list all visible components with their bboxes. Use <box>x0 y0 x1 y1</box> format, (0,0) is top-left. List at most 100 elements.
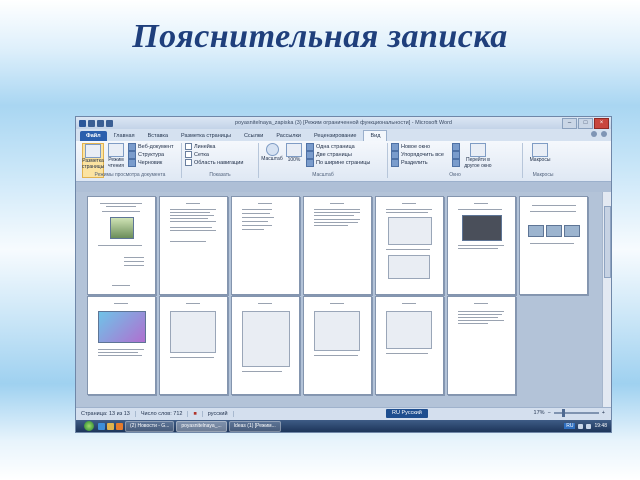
sync-scroll-icon <box>451 150 460 159</box>
one-page-icon <box>306 142 314 151</box>
system-tray: RU 19:48 <box>564 423 611 429</box>
split-button[interactable]: Разделить <box>391 158 444 167</box>
illustration-image <box>98 311 146 343</box>
draft-button[interactable]: Черновик <box>128 158 173 167</box>
start-button[interactable] <box>84 421 94 431</box>
checkbox-icon <box>185 151 192 158</box>
taskbar-item[interactable]: poyasnitelnaya_... <box>176 420 227 432</box>
new-window-button[interactable]: Новое окно <box>391 142 444 151</box>
status-bar: Страница: 13 из 13 Число слов: 712 ■ рус… <box>76 407 611 420</box>
web-layout-button[interactable]: Веб-документ <box>128 142 173 151</box>
diagram-image <box>546 225 562 237</box>
minimize-button[interactable]: – <box>562 118 577 129</box>
page-thumbnail[interactable] <box>303 196 372 295</box>
new-window-icon <box>391 142 399 151</box>
tray-icon[interactable] <box>578 423 584 429</box>
zoom-label: Масштаб <box>261 156 283 162</box>
quicklaunch-explorer-icon[interactable] <box>107 422 114 430</box>
tab-references[interactable]: Ссылки <box>238 131 269 141</box>
group-zoom: Масштаб 100% Одна страница Две страницы … <box>259 142 388 178</box>
reset-position-button[interactable] <box>451 158 460 167</box>
page-thumbnail[interactable] <box>519 196 588 295</box>
slide-title: Пояснительная записка <box>132 18 508 55</box>
tab-home[interactable]: Главная <box>108 131 141 141</box>
page-100-icon <box>286 143 302 157</box>
vertical-scrollbar[interactable] <box>602 192 611 408</box>
zoom-percent[interactable]: 17% <box>534 410 545 416</box>
ribbon-minimize-icon[interactable] <box>591 131 597 137</box>
page-thumbnail[interactable] <box>159 296 228 395</box>
sync-scroll-button[interactable] <box>451 150 460 159</box>
ribbon-tabs: Файл Главная Вставка Разметка страницы С… <box>76 129 611 141</box>
page-thumbnail[interactable] <box>159 196 228 295</box>
page-width-button[interactable]: По ширине страницы <box>306 158 370 167</box>
grid-checkbox[interactable]: Сетка <box>185 151 243 158</box>
tab-review[interactable]: Рецензирование <box>308 131 362 141</box>
page-thumbnail[interactable] <box>447 296 516 395</box>
side-by-side-button[interactable] <box>451 142 460 151</box>
arrange-all-button[interactable]: Упорядочить все <box>391 150 444 159</box>
help-icon[interactable] <box>601 131 607 137</box>
magnifier-icon <box>265 143 279 156</box>
screenshot-image <box>386 311 432 349</box>
tab-view[interactable]: Вид <box>363 130 388 141</box>
navigation-pane-checkbox[interactable]: Область навигации <box>185 159 243 166</box>
tab-mailings[interactable]: Рассылки <box>270 131 307 141</box>
group-name-show: Показать <box>209 172 231 178</box>
close-button[interactable]: × <box>594 118 609 129</box>
macros-icon <box>532 143 548 157</box>
page-thumbnail[interactable] <box>375 196 444 295</box>
scrollbar-thumb[interactable] <box>604 206 611 278</box>
one-page-button[interactable]: Одна страница <box>306 142 370 151</box>
group-window: Новое окно Упорядочить все Разделить Пер… <box>388 142 523 178</box>
page-thumbnail[interactable] <box>87 296 156 395</box>
window-controls: – □ × <box>562 118 609 129</box>
quicklaunch-player-icon[interactable] <box>116 422 123 430</box>
tab-page-layout[interactable]: Разметка страницы <box>175 131 237 141</box>
ruler-checkbox[interactable]: Линейка <box>185 143 243 150</box>
document-area[interactable] <box>76 192 603 408</box>
page-thumbnail[interactable] <box>303 296 372 395</box>
switch-window-label: Перейти в другое окно <box>464 157 492 169</box>
zoom-slider[interactable] <box>553 409 599 417</box>
group-name-window: Окно <box>449 172 461 178</box>
proofing-icon[interactable]: ■ <box>188 411 203 417</box>
word-count[interactable]: Число слов: 712 <box>136 411 189 417</box>
two-pages-icon <box>306 150 314 159</box>
screenshot-image <box>314 311 360 351</box>
tray-language[interactable]: RU <box>564 423 576 429</box>
maximize-button[interactable]: □ <box>578 118 593 129</box>
arrange-all-icon <box>391 150 399 159</box>
quicklaunch-ie-icon[interactable] <box>98 422 105 430</box>
table-image <box>242 311 290 367</box>
diagram-image <box>564 225 580 237</box>
page-thumbnail[interactable] <box>375 296 444 395</box>
page-thumbnail[interactable] <box>447 196 516 295</box>
zoom-out-button[interactable]: − <box>548 410 551 416</box>
zoom-in-button[interactable]: + <box>602 410 605 416</box>
group-show: Линейка Сетка Область навигации Показать <box>182 143 259 178</box>
title-bar: poyasnitelnaya_zapiska (3) [Режим ограни… <box>76 117 611 129</box>
zoom-slider-knob[interactable] <box>561 409 565 417</box>
screenshot-image <box>170 311 216 353</box>
outline-icon <box>128 150 136 159</box>
ribbon: Разметка страницы Режим чтения Веб-докум… <box>76 141 611 182</box>
two-pages-button[interactable]: Две страницы <box>306 150 370 159</box>
outline-button[interactable]: Структура <box>128 150 173 159</box>
tab-file[interactable]: Файл <box>80 131 107 141</box>
reading-mode-label: Режим чтения <box>108 157 124 169</box>
web-layout-icon <box>128 142 136 151</box>
clock[interactable]: 19:48 <box>594 423 607 429</box>
tray-icon[interactable] <box>586 423 592 429</box>
taskbar-item[interactable]: Ideas (1) [Режим... <box>228 420 281 432</box>
page-counter[interactable]: Страница: 13 из 13 <box>76 411 136 417</box>
language-status[interactable]: русский <box>203 411 234 417</box>
checkbox-icon <box>185 143 192 150</box>
page-thumbnail[interactable] <box>231 196 300 295</box>
page-thumbnail[interactable] <box>231 296 300 395</box>
taskbar-item[interactable]: (2) Новости - G... <box>125 420 175 432</box>
page-thumbnail[interactable] <box>87 196 156 295</box>
group-name-views: Режимы просмотра документа <box>94 172 166 178</box>
language-indicator[interactable]: RU Русский <box>386 409 428 418</box>
tab-insert[interactable]: Вставка <box>142 131 174 141</box>
